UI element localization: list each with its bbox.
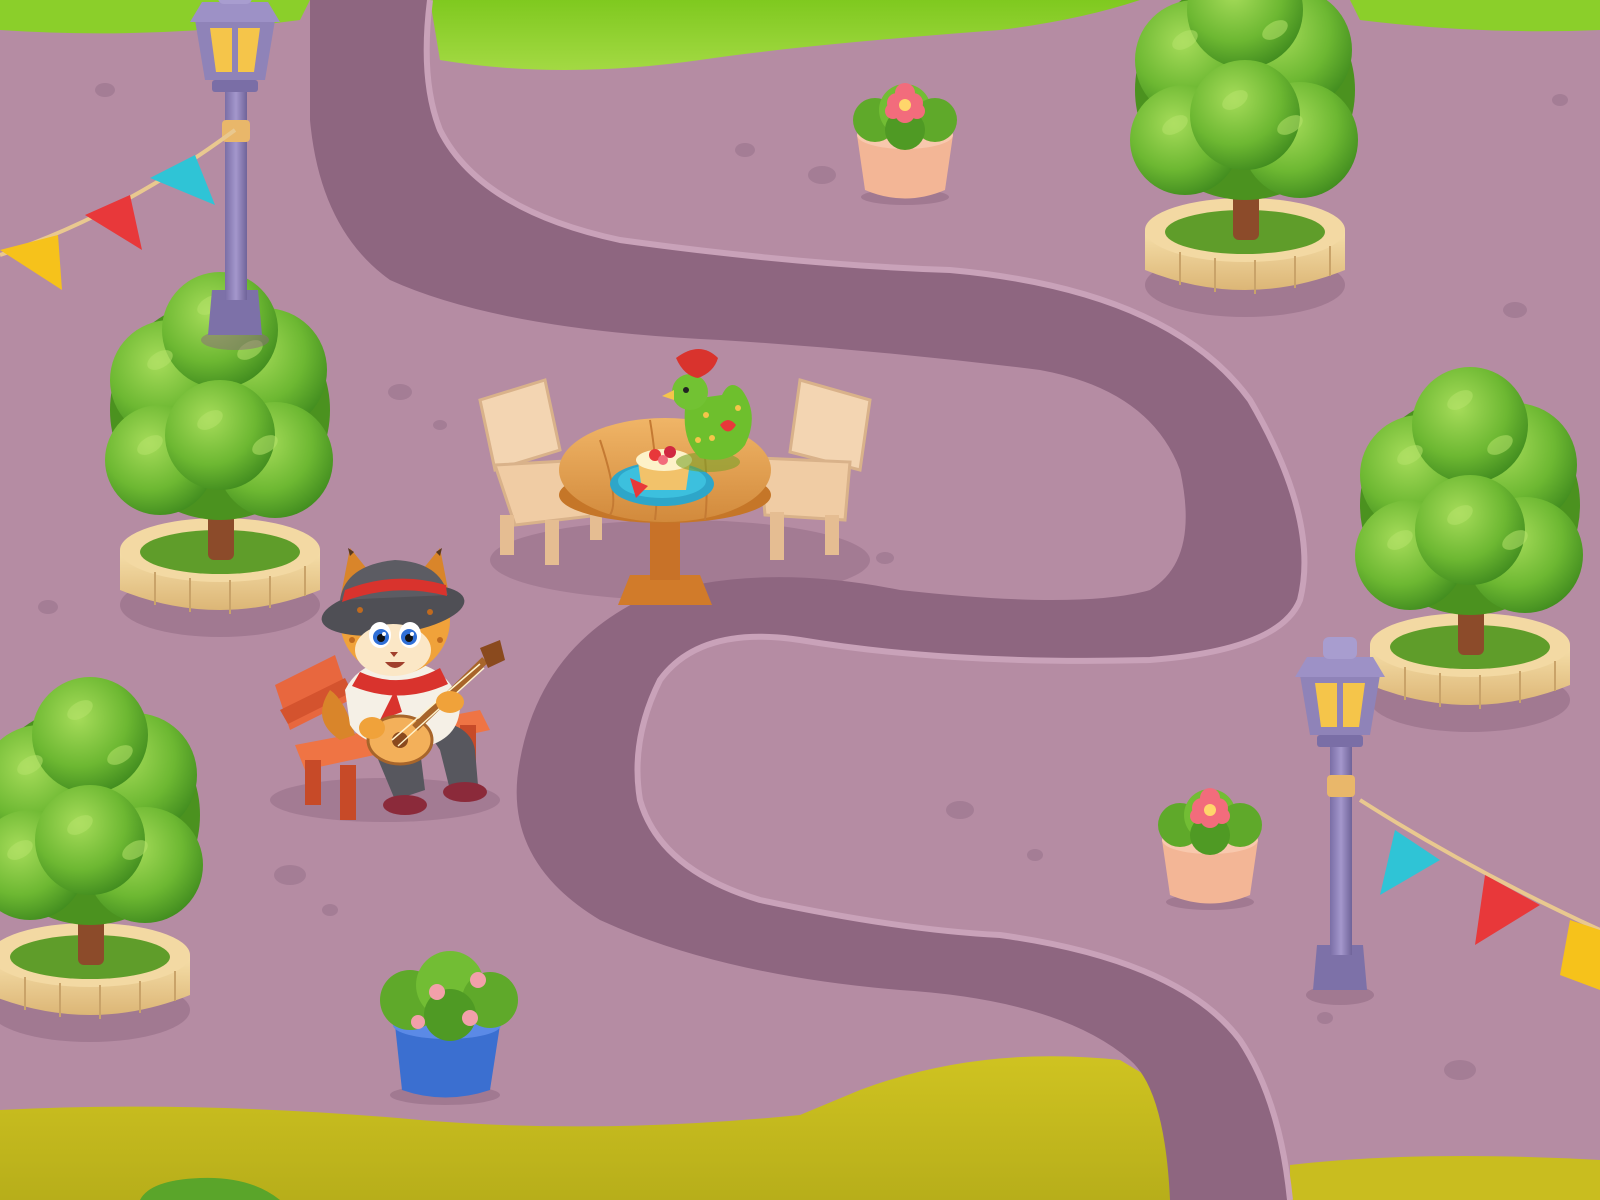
flower-pot-icon: [853, 83, 957, 205]
tree-planter-icon: [1129, 0, 1359, 318]
map-canvas: [0, 0, 1600, 1200]
flower-pot-icon: [1158, 788, 1262, 910]
tree-planter-icon: [0, 676, 204, 1043]
game-map-scene: [0, 0, 1600, 1200]
cafe-table-set: [478, 349, 872, 605]
